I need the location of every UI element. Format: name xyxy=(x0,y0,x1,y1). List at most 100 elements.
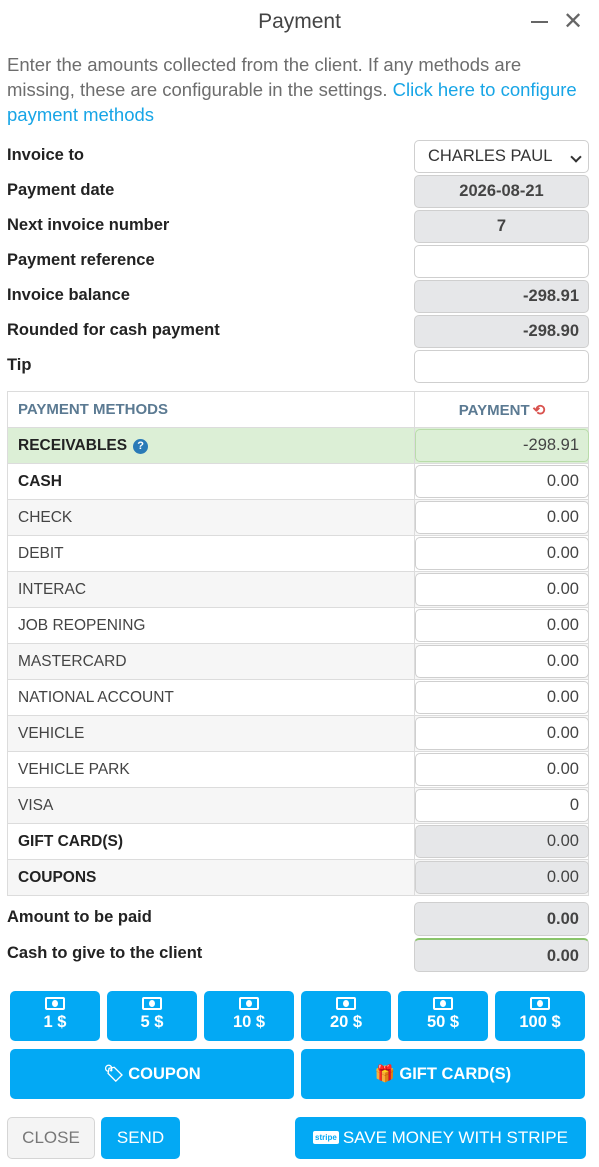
stripe-button[interactable]: stripe SAVE MONEY WITH STRIPE xyxy=(295,1117,586,1159)
intro-text: Enter the amounts collected from the cli… xyxy=(7,52,587,127)
method-name: VEHICLE xyxy=(18,725,85,742)
gift-card-button-label: GIFT CARD(S) xyxy=(399,1065,512,1083)
money-bill-icon xyxy=(530,997,550,1010)
invoice-balance-field: -298.91 xyxy=(414,280,589,313)
mastercard-input[interactable]: 0.00 xyxy=(415,645,589,678)
stripe-button-label: SAVE MONEY WITH STRIPE xyxy=(342,1128,568,1147)
job-reopening-input[interactable]: 0.00 xyxy=(415,609,589,642)
tip-input[interactable] xyxy=(414,350,589,383)
minimize-icon[interactable] xyxy=(531,21,548,23)
debit-input[interactable]: 0.00 xyxy=(415,537,589,570)
vehicle-park-input[interactable]: 0.00 xyxy=(415,753,589,786)
invoice-to-select[interactable]: CHARLES PAUL xyxy=(414,140,589,173)
table-row-cash: CASH 0.00 xyxy=(7,464,589,500)
payment-reference-label: Payment reference xyxy=(7,251,155,269)
invoice-to-row: Invoice to CHARLES PAUL xyxy=(7,140,589,173)
window-title: Payment xyxy=(258,10,341,33)
cash-10-button[interactable]: 10 $ xyxy=(204,991,294,1041)
gift-card-button[interactable]: 🎁 GIFT CARD(S) xyxy=(301,1049,585,1099)
help-icon[interactable]: ? xyxy=(133,439,149,454)
coupons-input: 0.00 xyxy=(415,861,589,894)
cash-1-button[interactable]: 1 $ xyxy=(10,991,100,1041)
table-row-vehicle-park: VEHICLE PARK 0.00 xyxy=(7,752,589,788)
next-invoice-row: Next invoice number 7 xyxy=(7,210,589,243)
cash-button-label: 50 $ xyxy=(426,1013,460,1031)
rounded-cash-label: Rounded for cash payment xyxy=(7,321,220,339)
table-row-coupons: COUPONS 0.00 xyxy=(7,860,589,896)
money-bill-icon xyxy=(239,997,259,1010)
gift-icon: 🎁 xyxy=(374,1065,396,1083)
payment-reference-input[interactable] xyxy=(414,245,589,278)
invoice-to-label: Invoice to xyxy=(7,146,85,164)
payment-reference-row: Payment reference xyxy=(7,245,589,278)
method-name: INTERAC xyxy=(18,581,87,598)
gift-cards-input: 0.00 xyxy=(415,825,589,858)
close-icon[interactable]: ✕ xyxy=(563,9,583,35)
close-button[interactable]: CLOSE xyxy=(7,1117,95,1159)
coupon-button[interactable]: 🏷 COUPON xyxy=(10,1049,294,1099)
check-input[interactable]: 0.00 xyxy=(415,501,589,534)
cash-100-button[interactable]: 100 $ xyxy=(495,991,585,1041)
method-name: DEBIT xyxy=(18,545,64,562)
cash-button-label: 10 $ xyxy=(232,1013,266,1031)
rounded-cash-field: -298.90 xyxy=(414,315,589,348)
stripe-icon: stripe xyxy=(313,1131,339,1144)
method-name: CASH xyxy=(18,473,62,490)
chevron-down-icon xyxy=(570,151,582,163)
table-row-debit: DEBIT 0.00 xyxy=(7,536,589,572)
cash-to-give-field: 0.00 xyxy=(414,938,589,972)
cash-button-label: 100 $ xyxy=(519,1013,561,1031)
title-bar: Payment ✕ xyxy=(0,0,599,44)
money-bill-icon xyxy=(336,997,356,1010)
method-name: JOB REOPENING xyxy=(18,617,146,634)
receivables-label: RECEIVABLES xyxy=(18,437,128,454)
col-methods-header: PAYMENT METHODS xyxy=(18,401,169,418)
cash-to-give-row: Cash to give to the client 0.00 xyxy=(7,938,589,972)
payment-date-row: Payment date 2026-08-21 xyxy=(7,175,589,208)
cash-50-button[interactable]: 50 $ xyxy=(398,991,488,1041)
table-row-interac: INTERAC 0.00 xyxy=(7,572,589,608)
method-name: COUPONS xyxy=(18,869,97,886)
visa-input[interactable]: 0 xyxy=(415,789,589,822)
payment-date-field: 2026-08-21 xyxy=(414,175,589,208)
coupon-button-label: COUPON xyxy=(128,1065,201,1083)
table-row-receivables: RECEIVABLES? -298.91 xyxy=(7,428,589,464)
refresh-icon[interactable]: ⟲ xyxy=(533,402,546,419)
method-name: CHECK xyxy=(18,509,73,526)
col-payment-label: PAYMENT xyxy=(458,402,530,419)
interac-input[interactable]: 0.00 xyxy=(415,573,589,606)
cash-to-give-label: Cash to give to the client xyxy=(7,944,203,962)
table-header: PAYMENT METHODS PAYMENT ⟲ xyxy=(7,392,589,428)
payment-methods-table: PAYMENT METHODS PAYMENT ⟲ RECEIVABLES? -2… xyxy=(7,391,589,896)
table-row-national-account: NATIONAL ACCOUNT 0.00 xyxy=(7,680,589,716)
national-account-input[interactable]: 0.00 xyxy=(415,681,589,714)
col-payment-header: PAYMENT ⟲ xyxy=(415,401,589,419)
money-bill-icon xyxy=(433,997,453,1010)
table-row-job-reopening: JOB REOPENING 0.00 xyxy=(7,608,589,644)
money-bill-icon xyxy=(142,997,162,1010)
send-button[interactable]: SEND xyxy=(101,1117,180,1159)
invoice-balance-label: Invoice balance xyxy=(7,286,130,304)
cash-button-label: 1 $ xyxy=(43,1013,67,1031)
amount-to-pay-field: 0.00 xyxy=(414,902,589,936)
method-name: VISA xyxy=(18,797,54,814)
cash-button-label: 20 $ xyxy=(329,1013,363,1031)
method-name: GIFT CARD(S) xyxy=(18,833,124,850)
cash-20-button[interactable]: 20 $ xyxy=(301,991,391,1041)
invoice-balance-row: Invoice balance -298.91 xyxy=(7,280,589,313)
cash-button-label: 5 $ xyxy=(140,1013,164,1031)
table-row-vehicle: VEHICLE 0.00 xyxy=(7,716,589,752)
amount-to-pay-row: Amount to be paid 0.00 xyxy=(7,902,589,936)
vehicle-input[interactable]: 0.00 xyxy=(415,717,589,750)
tip-row: Tip xyxy=(7,350,589,383)
cash-5-button[interactable]: 5 $ xyxy=(107,991,197,1041)
rounded-cash-row: Rounded for cash payment -298.90 xyxy=(7,315,589,348)
payment-date-label: Payment date xyxy=(7,181,115,199)
cash-input[interactable]: 0.00 xyxy=(415,465,589,498)
table-row-check: CHECK 0.00 xyxy=(7,500,589,536)
invoice-to-value: CHARLES PAUL xyxy=(428,147,553,165)
tip-label: Tip xyxy=(7,356,32,374)
method-name: RECEIVABLES? xyxy=(18,437,149,455)
ticket-icon: 🏷 xyxy=(103,1065,125,1083)
method-name: MASTERCARD xyxy=(18,653,127,670)
